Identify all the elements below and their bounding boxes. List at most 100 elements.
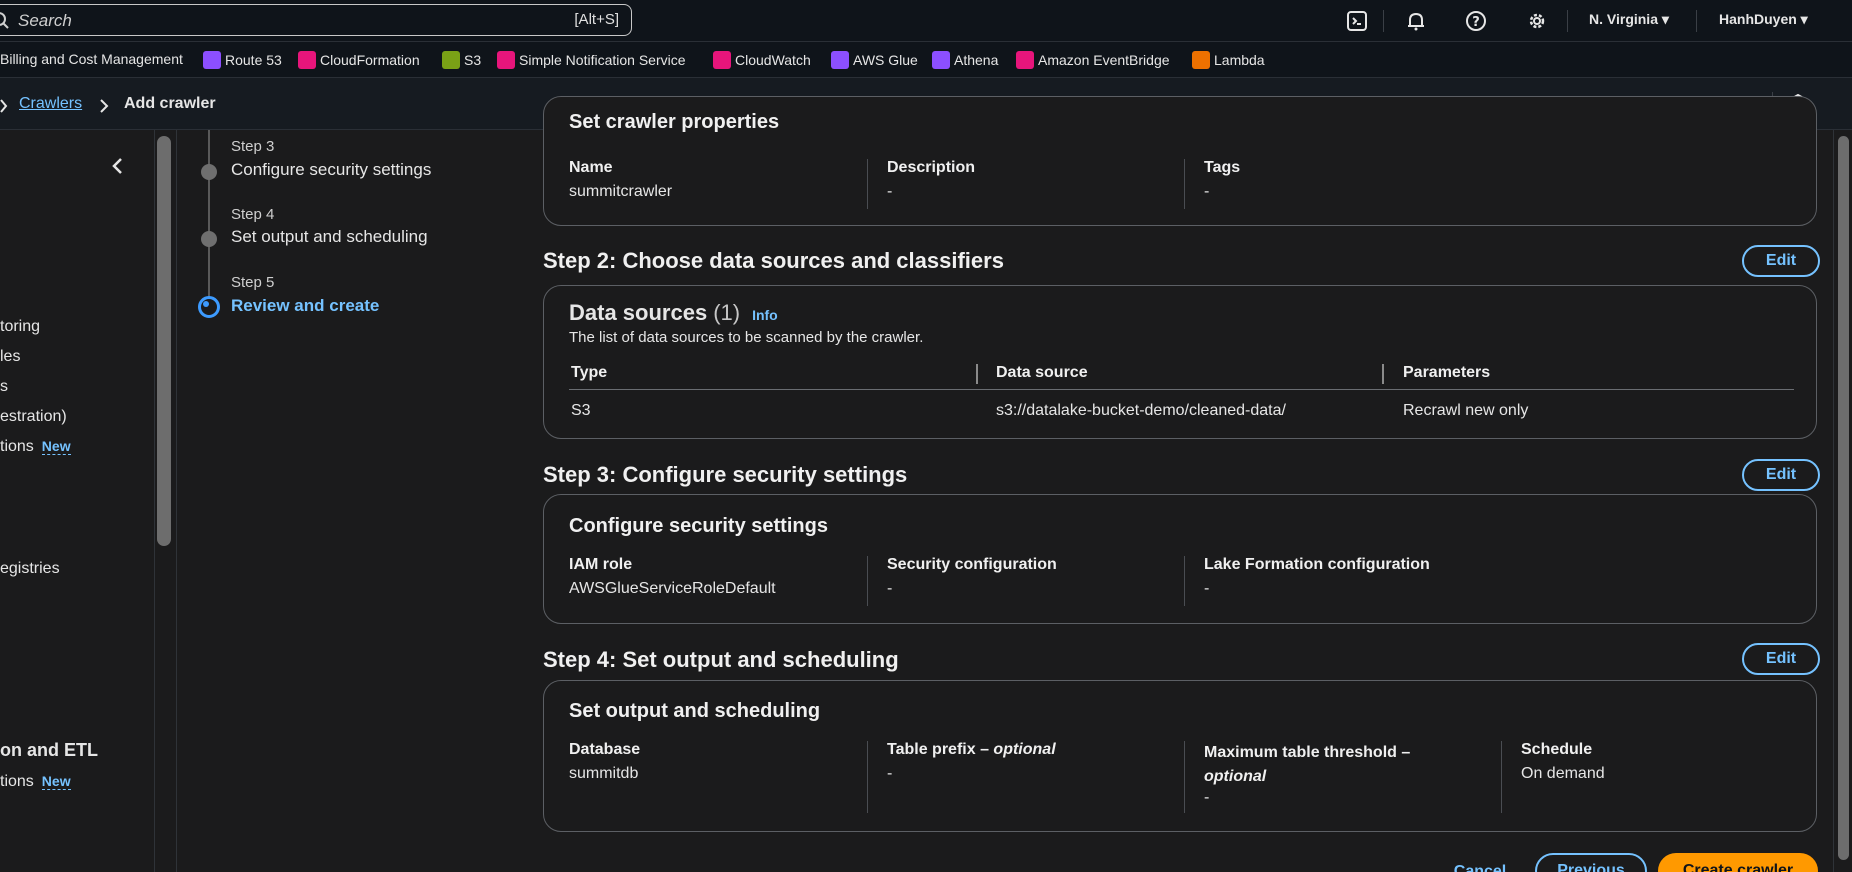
edit-step-4-button[interactable]: Edit: [1742, 643, 1820, 675]
step-3-link[interactable]: Configure security settings: [231, 160, 431, 180]
column-resize-handle[interactable]: [976, 364, 978, 384]
favorite-label: CloudFormation: [320, 52, 420, 68]
breadcrumb-crawlers[interactable]: Crawlers: [19, 95, 82, 113]
step-label: Step 4: [231, 206, 275, 223]
field-key: Tags: [1204, 159, 1241, 176]
help-icon[interactable]: ?: [1464, 9, 1488, 33]
collapse-nav-icon[interactable]: [111, 157, 123, 175]
table-cell-data-source: s3://datalake-bucket-demo/cleaned-data/: [996, 402, 1286, 419]
card-title: Data sources: [569, 300, 708, 325]
field-key-text: Maximum table threshold: [1204, 744, 1397, 761]
step-2-title: Step 2: Choose data sources and classifi…: [543, 248, 1004, 273]
athena-icon: [932, 51, 950, 69]
nav-item[interactable]: toring: [0, 318, 40, 336]
create-crawler-button[interactable]: Create crawler: [1658, 853, 1818, 872]
favorite-sns[interactable]: Simple Notification Service: [497, 51, 686, 69]
security-settings-card: Configure security settings IAM role AWS…: [543, 494, 1817, 624]
crawler-properties-card: Set crawler properties Name summitcrawle…: [543, 96, 1817, 226]
step-4-title: Step 4: Set output and scheduling: [543, 647, 899, 672]
nav-item-label: tions: [0, 773, 34, 790]
side-nav-scrollbar[interactable]: [157, 136, 171, 546]
route53-icon: [203, 51, 221, 69]
table-header-divider: [569, 389, 1794, 390]
table-cell-parameters: Recrawl new only: [1403, 402, 1529, 419]
column-divider: [867, 159, 868, 209]
column-divider: [867, 556, 868, 606]
cancel-button[interactable]: Cancel: [1440, 857, 1520, 872]
favorite-eventbridge[interactable]: Amazon EventBridge: [1016, 51, 1170, 69]
info-link[interactable]: Info: [752, 307, 778, 323]
field-key: Lake Formation configuration: [1204, 556, 1430, 573]
favorite-label: CloudWatch: [735, 52, 811, 68]
nav-item[interactable]: s: [0, 378, 8, 396]
cloudshell-icon[interactable]: [1345, 9, 1369, 33]
column-divider: [867, 741, 868, 813]
eventbridge-icon: [1016, 51, 1034, 69]
favorite-s3[interactable]: S3: [442, 51, 481, 69]
step-4-link[interactable]: Set output and scheduling: [231, 227, 428, 247]
step-indicator-active: [198, 296, 220, 318]
step-3-title: Step 3: Configure security settings: [543, 462, 908, 487]
column-resize-handle[interactable]: [1382, 364, 1384, 384]
region-selector[interactable]: N. Virginia ▾: [1589, 11, 1669, 28]
gear-icon[interactable]: [1525, 9, 1549, 33]
favorite-athena[interactable]: Athena: [932, 51, 998, 69]
field-key: Name: [569, 159, 613, 176]
card-title: Set output and scheduling: [569, 700, 821, 722]
page-scrollbar-thumb[interactable]: [1838, 136, 1849, 860]
field-key-text: Table prefix: [887, 741, 976, 758]
field-value: -: [1204, 789, 1210, 806]
favorite-aws-glue[interactable]: AWS Glue: [831, 51, 918, 69]
bell-icon[interactable]: [1404, 9, 1428, 33]
column-header: Data source: [996, 364, 1088, 381]
card-title: Configure security settings: [569, 515, 828, 537]
previous-button[interactable]: Previous: [1535, 853, 1647, 872]
card-description: The list of data sources to be scanned b…: [569, 329, 924, 346]
edit-step-2-button[interactable]: Edit: [1742, 245, 1820, 277]
field-key: IAM role: [569, 556, 633, 573]
column-divider: [1501, 741, 1502, 813]
column-header: Type: [571, 364, 608, 381]
nav-item[interactable]: estration): [0, 408, 67, 426]
favorite-label: Simple Notification Service: [519, 52, 686, 68]
output-scheduling-card: Set output and scheduling Database summi…: [543, 680, 1817, 832]
column-divider: [1184, 741, 1185, 813]
favorite-label: Amazon EventBridge: [1038, 52, 1170, 68]
favorite-cloudwatch[interactable]: CloudWatch: [713, 51, 811, 69]
top-navigation: Search [Alt+S] ? N. Virginia ▾ HanhDuyen…: [0, 0, 1852, 42]
card-title: Set crawler properties: [569, 111, 780, 133]
search-box[interactable]: Search [Alt+S]: [0, 4, 632, 36]
nav-item[interactable]: les: [0, 348, 20, 366]
search-icon: [0, 12, 9, 29]
chevron-right-icon: [0, 99, 8, 113]
table-cell-type: S3: [571, 402, 591, 419]
field-key: Table prefix – optional: [887, 741, 1056, 758]
divider: [1567, 10, 1568, 32]
sns-icon: [497, 51, 515, 69]
column-divider: [1184, 556, 1185, 606]
divider: [1696, 10, 1697, 32]
account-menu[interactable]: HanhDuyen ▾: [1719, 11, 1808, 28]
search-shortcut: [Alt+S]: [574, 11, 619, 28]
favorite-billing[interactable]: Billing and Cost Management: [0, 51, 183, 67]
glue-icon: [831, 51, 849, 69]
nav-item[interactable]: egistries: [0, 560, 60, 578]
field-key: Database: [569, 741, 641, 758]
divider: [1383, 10, 1384, 32]
field-key: Schedule: [1521, 741, 1593, 758]
edit-step-3-button[interactable]: Edit: [1742, 459, 1820, 491]
nav-item[interactable]: tions New: [0, 773, 71, 791]
count: (1): [713, 300, 741, 325]
field-value: -: [887, 765, 893, 782]
nav-item-label: tions: [0, 438, 34, 455]
new-badge: New: [41, 773, 71, 790]
nav-item[interactable]: tions New: [0, 438, 71, 456]
favorite-route53[interactable]: Route 53: [203, 51, 282, 69]
field-value: summitdb: [569, 765, 639, 782]
favorite-cloudformation[interactable]: CloudFormation: [298, 51, 420, 69]
page-scrollbar[interactable]: [1833, 130, 1852, 872]
cloudformation-icon: [298, 51, 316, 69]
favorite-lambda[interactable]: Lambda: [1192, 51, 1265, 69]
search-placeholder: Search: [18, 11, 72, 30]
breadcrumb-current: Add crawler: [124, 95, 216, 112]
